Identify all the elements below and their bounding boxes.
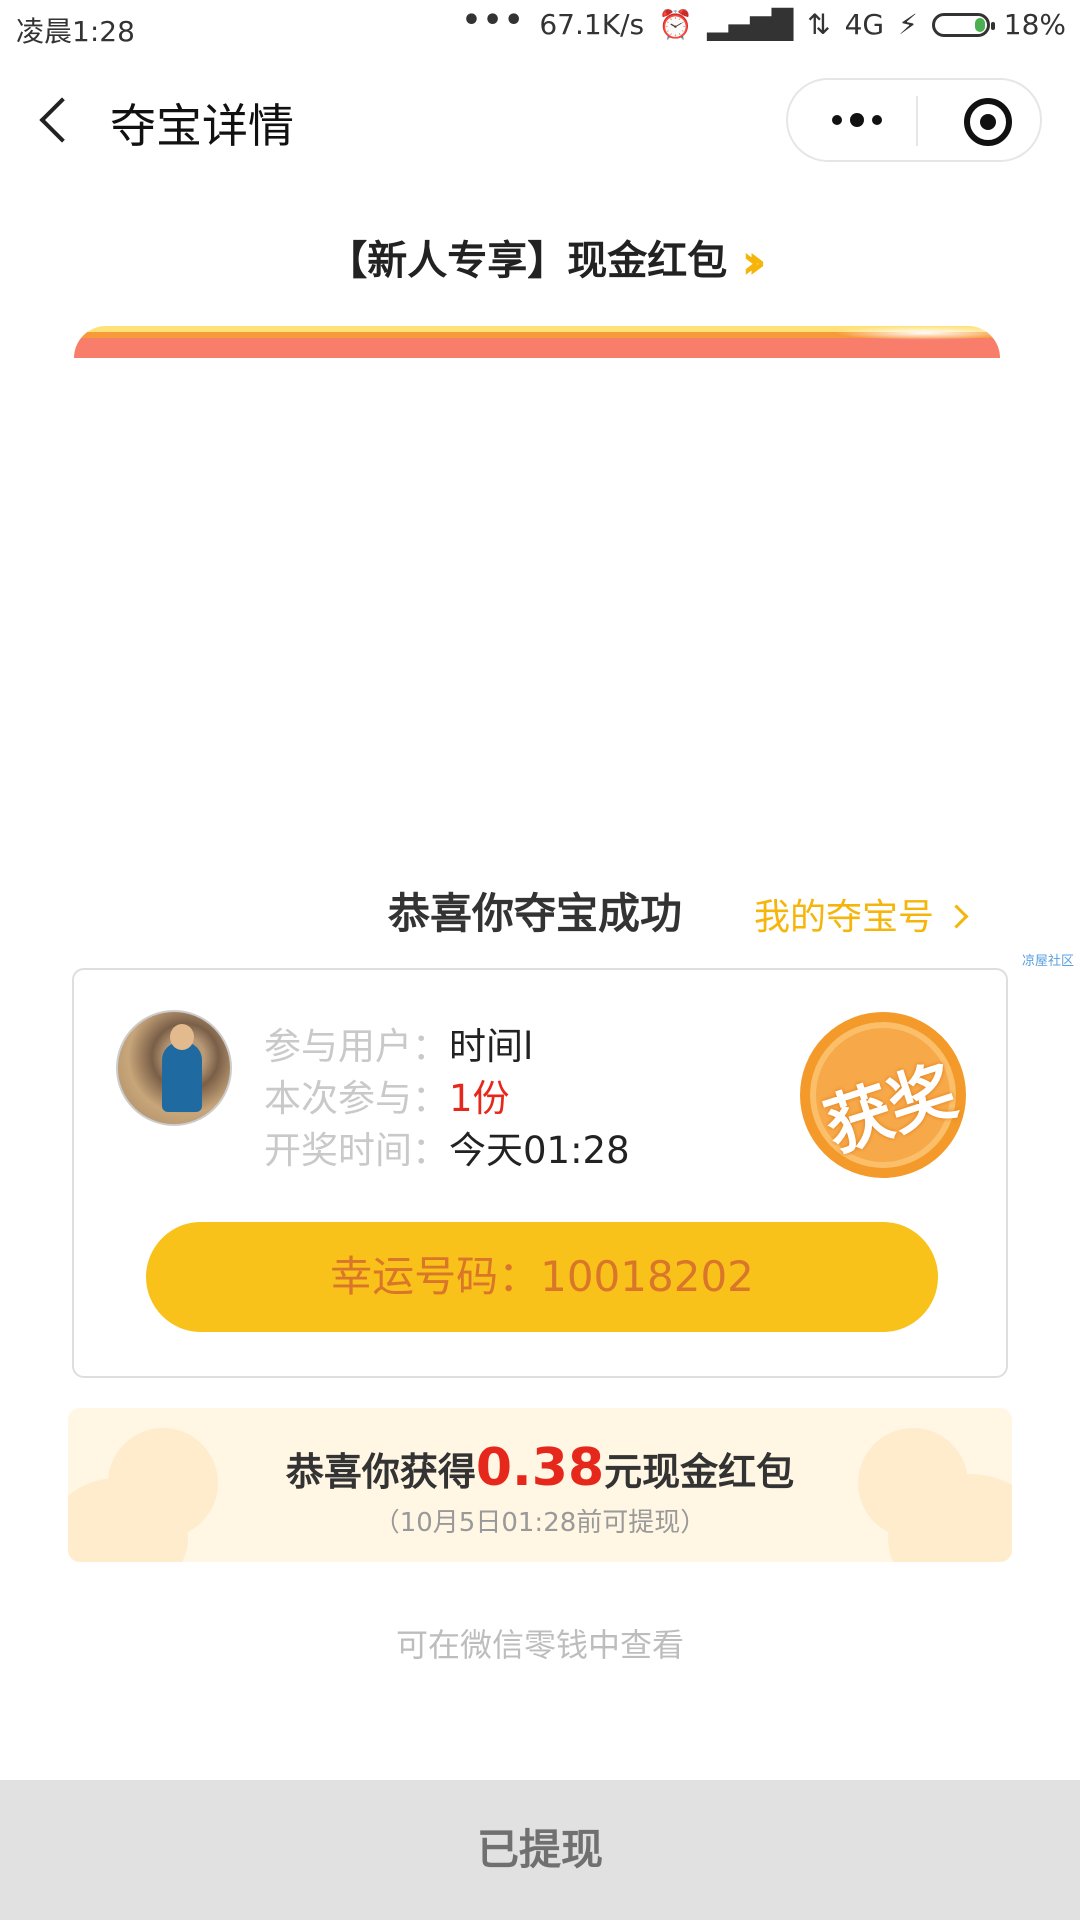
prize-badge-text: 获奖 bbox=[816, 1052, 966, 1167]
my-codes-label: 我的夺宝号 bbox=[754, 897, 935, 938]
signal-icon: ▂▄▆█ bbox=[706, 8, 794, 41]
avatar bbox=[116, 1010, 232, 1126]
more-notifications-icon: ••• bbox=[461, 3, 526, 38]
reward-panel: 恭喜你获得0.38元现金红包 （10月5日01:28前可提现） bbox=[68, 1408, 1012, 1562]
double-chevron-right-icon: ›› bbox=[741, 234, 766, 290]
battery-icon bbox=[931, 12, 995, 37]
nav-bar: 夺宝详情 bbox=[0, 70, 1080, 170]
my-codes-link[interactable]: 我的夺宝号 bbox=[754, 888, 969, 940]
network-type: 4G bbox=[844, 8, 885, 41]
watermark: 凉屋社区 bbox=[1022, 954, 1075, 969]
battery-percent: 18% bbox=[1003, 8, 1066, 41]
miniprogram-capsule bbox=[786, 78, 1042, 162]
charging-icon: ⚡ bbox=[898, 8, 918, 41]
draw-time-value: 今天01:28 bbox=[449, 1129, 630, 1172]
participant-row: 参与用户：时间l bbox=[264, 1016, 533, 1070]
product-title: 【新人专享】现金红包 bbox=[327, 238, 728, 284]
draw-time-label: 开奖时间： bbox=[264, 1129, 449, 1172]
product-banner bbox=[74, 326, 1000, 358]
draw-time-row: 开奖时间：今天01:28 bbox=[264, 1120, 630, 1174]
prize-badge-icon: 获奖 bbox=[800, 1012, 966, 1178]
participant-label: 参与用户： bbox=[264, 1025, 449, 1068]
status-icons: ••• 67.1K/s ⏰ ▂▄▆█ ⇅ 4G ⚡ 18% bbox=[462, 3, 1066, 41]
reward-suffix: 元现金红包 bbox=[604, 1450, 795, 1494]
data-arrows-icon: ⇅ bbox=[807, 8, 831, 41]
reward-message: 恭喜你获得0.38元现金红包 bbox=[68, 1438, 1012, 1498]
product-title-link[interactable]: 【新人专享】现金红包 ›› bbox=[0, 228, 1080, 290]
success-title: 恭喜你夺宝成功 bbox=[388, 889, 683, 938]
status-bar: 凌晨1:28 ••• 67.1K/s ⏰ ▂▄▆█ ⇅ 4G ⚡ 18% bbox=[0, 0, 1080, 56]
lucky-number-label: 幸运号码： bbox=[330, 1252, 541, 1301]
status-time: 凌晨1:28 bbox=[16, 15, 135, 48]
participation-row: 本次参与：1份 bbox=[264, 1068, 510, 1122]
reward-amount: 0.38 bbox=[475, 1438, 605, 1498]
winner-card: 参与用户：时间l 本次参与：1份 开奖时间：今天01:28 获奖 幸运号码：10… bbox=[72, 968, 1008, 1378]
reward-deadline: （10月5日01:28前可提现） bbox=[373, 1508, 707, 1538]
participant-value: 时间l bbox=[449, 1025, 534, 1068]
net-speed: 67.1K/s bbox=[539, 8, 645, 41]
page-title: 夺宝详情 bbox=[110, 99, 294, 153]
chevron-right-icon bbox=[944, 904, 969, 929]
capsule-divider bbox=[916, 96, 918, 146]
lucky-number-pill: 幸运号码：10018202 bbox=[146, 1222, 938, 1332]
lucky-number-value: 10018202 bbox=[540, 1252, 754, 1301]
back-arrow-icon[interactable] bbox=[39, 97, 85, 143]
close-miniprogram-icon[interactable] bbox=[964, 98, 1012, 146]
participation-value: 1份 bbox=[449, 1077, 510, 1120]
withdrawn-button[interactable]: 已提现 bbox=[0, 1780, 1080, 1920]
reward-prefix: 恭喜你获得 bbox=[285, 1450, 476, 1494]
participation-label: 本次参与： bbox=[264, 1077, 449, 1120]
wallet-hint: 可在微信零钱中查看 bbox=[395, 1626, 684, 1664]
alarm-icon: ⏰ bbox=[658, 8, 693, 41]
more-menu-icon[interactable] bbox=[822, 100, 892, 140]
